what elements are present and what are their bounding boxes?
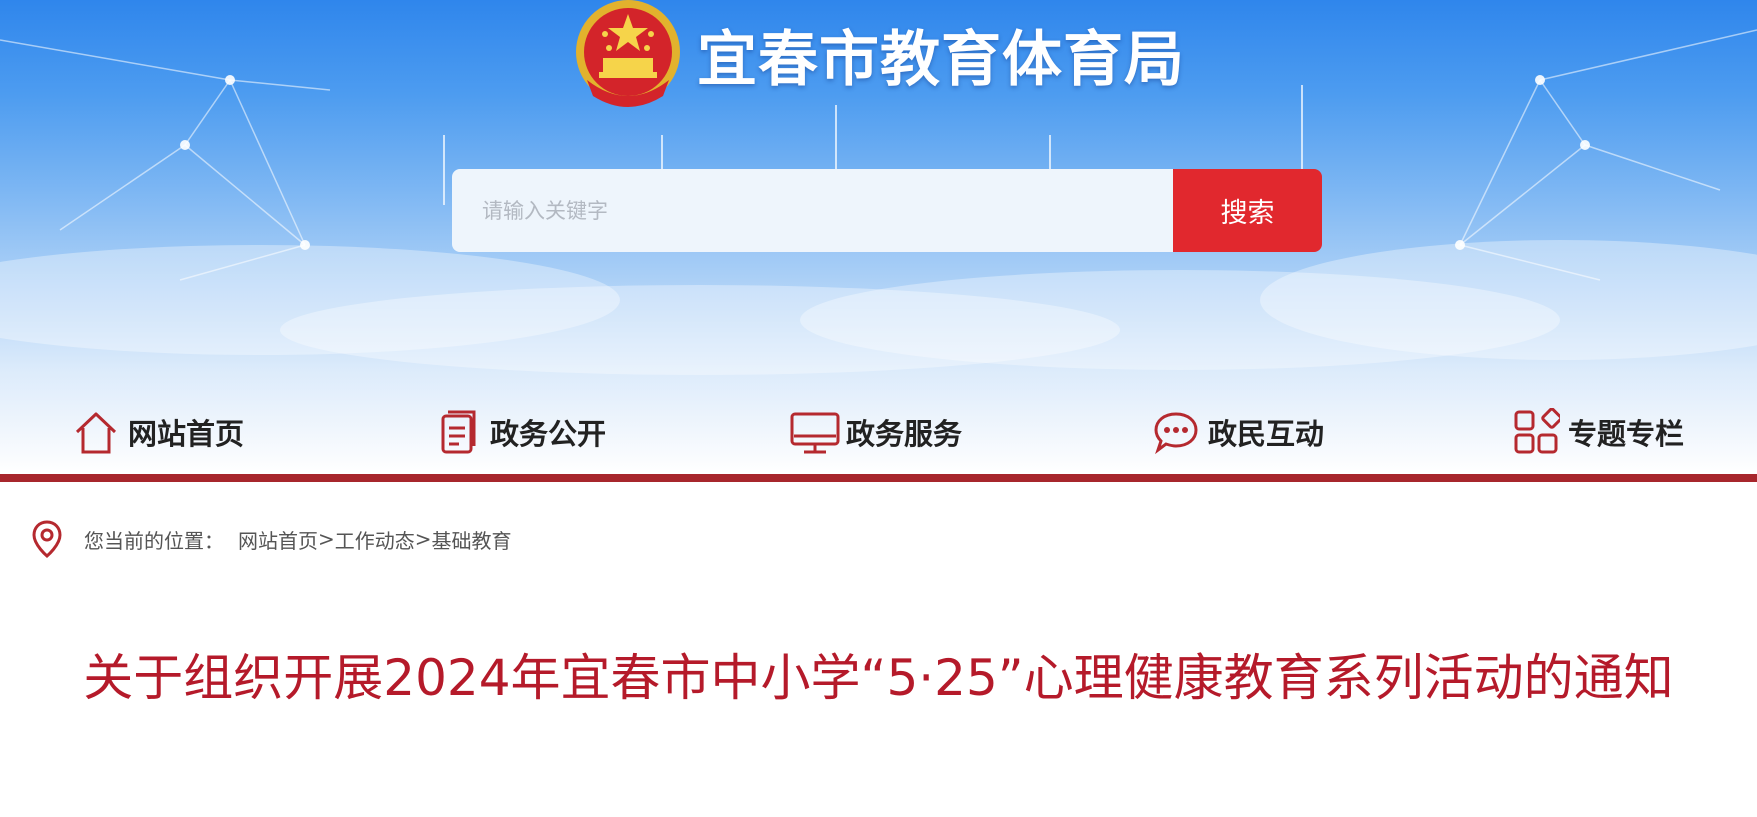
nav-item-special-topics[interactable]: 专题专栏	[1512, 404, 1684, 460]
nav-item-label: 网站首页	[128, 417, 245, 451]
breadcrumb-link-home[interactable]: 网站首页	[238, 525, 318, 554]
chat-icon	[1152, 408, 1200, 456]
breadcrumb-link-work-news[interactable]: 工作动态	[335, 525, 415, 554]
home-icon	[72, 408, 120, 456]
header-banner: 宜春市教育体育局 搜索 网站首页 政务公开	[0, 0, 1757, 474]
nav-item-government-services[interactable]: 政务服务	[790, 404, 962, 460]
search-input[interactable]	[452, 169, 1174, 252]
nav-divider-bar	[0, 474, 1757, 482]
breadcrumb: 您当前的位置： 网站首页 > 工作动态 > 基础教育	[28, 516, 512, 562]
nav-item-label: 专题专栏	[1568, 417, 1685, 451]
search-button[interactable]: 搜索	[1173, 169, 1322, 252]
nav-item-home[interactable]: 网站首页	[72, 404, 244, 460]
breadcrumb-lead: 您当前的位置：	[84, 528, 224, 553]
nav-item-label: 政务公开	[490, 417, 607, 451]
breadcrumb-separator: >	[414, 527, 432, 551]
nav-item-public-interaction[interactable]: 政民互动	[1152, 404, 1324, 460]
grid-icon	[1512, 407, 1563, 456]
monitor-icon	[790, 408, 840, 456]
nav-item-label: 政务服务	[846, 417, 963, 451]
location-pin-icon	[28, 518, 66, 560]
nav-item-open-government[interactable]: 政务公开	[434, 404, 606, 460]
national-emblem-logo	[573, 0, 683, 112]
article-title: 关于组织开展2024年宜春市中小学“5·25”心理健康教育系列活动的通知	[83, 649, 1674, 707]
site-title: 宜春市教育体育局	[697, 25, 1185, 95]
nav-item-label: 政民互动	[1208, 417, 1325, 451]
document-icon	[434, 408, 482, 456]
breadcrumb-separator: >	[318, 527, 335, 551]
breadcrumb-link-basic-education[interactable]: 基础教育	[432, 525, 512, 554]
